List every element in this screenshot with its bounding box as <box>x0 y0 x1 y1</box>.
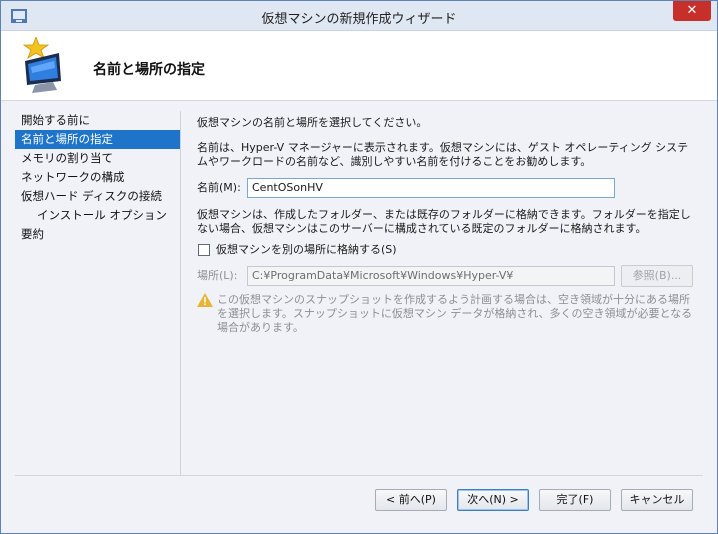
nav-step-install-options[interactable]: インストール オプション <box>15 206 181 225</box>
nav-step-memory[interactable]: メモリの割り当て <box>15 149 181 168</box>
window-title: 仮想マシンの新規作成ウィザード <box>261 12 457 27</box>
back-button[interactable]: < 前へ(P) <box>375 489 447 511</box>
location-label: 場所(L): <box>197 269 238 282</box>
store-elsewhere-label[interactable]: 仮想マシンを別の場所に格納する(S) <box>216 243 397 257</box>
name-help-text: 名前は、Hyper-V マネージャーに表示されます。仮想マシンには、ゲスト オペ… <box>197 141 689 168</box>
nav-step-virtual-disk[interactable]: 仮想ハード ディスクの接続 <box>15 187 181 206</box>
name-label: 名前(M): <box>197 181 241 194</box>
page-title: 名前と場所の指定 <box>93 62 205 78</box>
nav-step-before-you-begin[interactable]: 開始する前に <box>15 111 181 130</box>
warning-icon <box>197 293 213 307</box>
wizard-window: 仮想マシンの新規作成ウィザード ✕ 名前と場所の指定 開始する前に 名前と場所の… <box>0 0 718 534</box>
browse-button[interactable]: 参照(B)... <box>621 265 693 287</box>
warning-text: この仮想マシンのスナップショットを作成するよう計画する場合は、空き領域が十分にあ… <box>217 293 693 334</box>
nav-step-name-location[interactable]: 名前と場所の指定 <box>15 130 181 149</box>
page-header: 名前と場所の指定 <box>1 31 717 101</box>
location-input[interactable]: C:¥ProgramData¥Microsoft¥Windows¥Hyper-V… <box>247 266 615 286</box>
nav-divider <box>180 111 181 475</box>
intro-text: 仮想マシンの名前と場所を選択してください。 <box>197 116 428 129</box>
nav-step-summary[interactable]: 要約 <box>15 225 181 244</box>
close-button[interactable]: ✕ <box>673 1 711 21</box>
name-input[interactable]: CentOSonHV <box>247 178 615 198</box>
wizard-steps-nav: 開始する前に 名前と場所の指定 メモリの割り当て ネットワークの構成 仮想ハード… <box>15 111 181 244</box>
footer-divider <box>15 475 703 476</box>
nav-step-network[interactable]: ネットワークの構成 <box>15 168 181 187</box>
cancel-button[interactable]: キャンセル <box>621 489 693 511</box>
folder-help-text: 仮想マシンは、作成したフォルダー、または既存のフォルダーに格納できます。フォルダ… <box>197 208 691 235</box>
store-elsewhere-checkbox[interactable] <box>198 244 210 256</box>
new-vm-wizard-icon <box>22 37 61 93</box>
title-bar[interactable]: 仮想マシンの新規作成ウィザード ✕ <box>1 1 717 31</box>
finish-button[interactable]: 完了(F) <box>539 489 611 511</box>
next-button[interactable]: 次へ(N) > <box>457 489 529 511</box>
